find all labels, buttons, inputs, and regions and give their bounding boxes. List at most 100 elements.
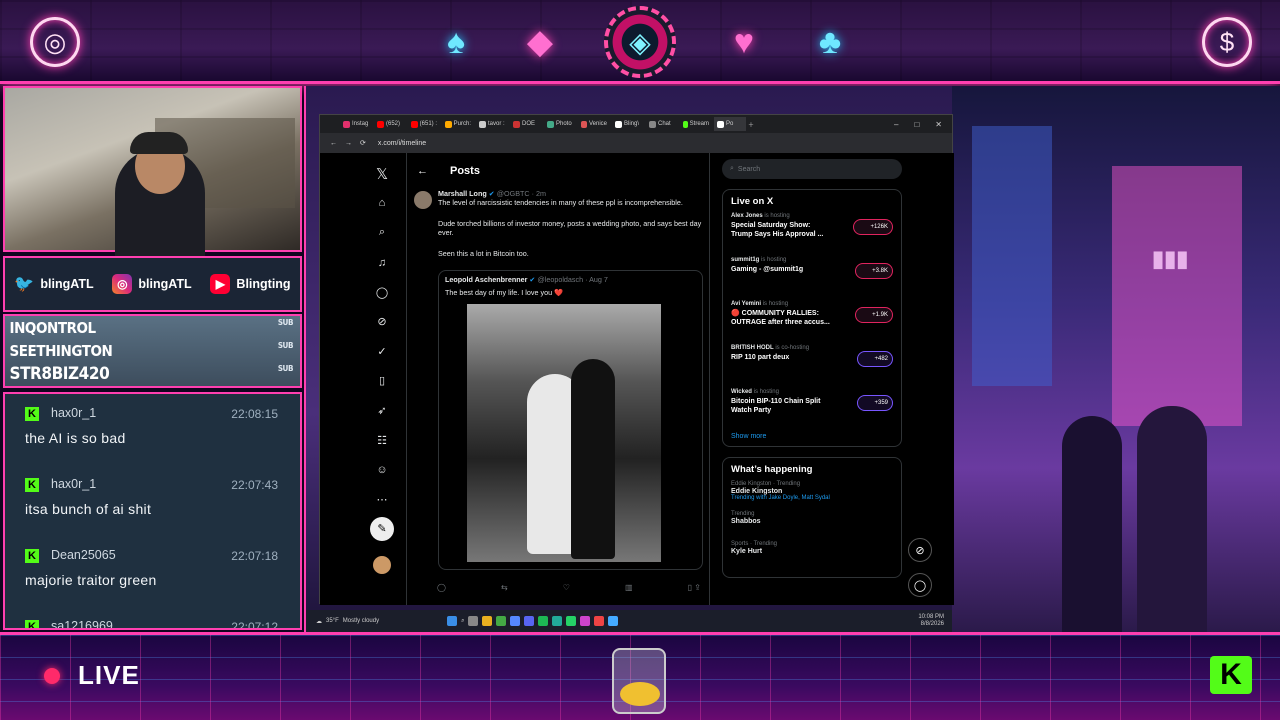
x-logo-icon[interactable]: 𝕏 xyxy=(368,159,396,189)
taskbar-app-icon[interactable] xyxy=(580,616,591,626)
browser-tab[interactable]: (652) xyxy=(374,117,406,131)
bookmark-icon[interactable]: ▯ ⇪ xyxy=(688,583,701,592)
trend-name: Shabbos xyxy=(731,518,761,525)
browser-tab[interactable]: DOE xyxy=(510,117,542,131)
live-item[interactable]: Alex Jones is hosting Special Saturday S… xyxy=(731,213,893,257)
weather-temp: 35°F xyxy=(326,618,339,624)
wedding-photo[interactable] xyxy=(467,304,661,562)
browser-tab-label: Purch: xyxy=(453,121,471,127)
minimize-button[interactable]: – xyxy=(894,120,898,129)
browser-tab[interactable]: Bling\ xyxy=(612,117,644,131)
url-field[interactable]: x.com/i/timeline xyxy=(378,140,426,147)
live-item[interactable]: summit1g is hosting Gaming - @summit1g +… xyxy=(731,257,893,301)
taskbar-app-icon[interactable] xyxy=(552,616,563,626)
spotify-icon[interactable] xyxy=(538,616,549,626)
quoted-post[interactable]: Leopold Aschenbrenner ✔ @leopoldasch · A… xyxy=(438,270,703,570)
site-icon xyxy=(513,120,520,128)
views-icon[interactable]: ▥ xyxy=(625,583,633,592)
live-role: is hosting xyxy=(753,389,779,395)
new-tab-button[interactable]: ＋ xyxy=(748,120,754,129)
live-count: +359 xyxy=(857,395,893,411)
kick-icon: K xyxy=(25,549,39,563)
photo-groom xyxy=(571,359,615,559)
trend-item[interactable]: Sports · Trending Kyle Hurt xyxy=(731,541,893,571)
live-item[interactable]: Avi Yemini is hosting 🔴 COMMUNITY RALLIE… xyxy=(731,301,893,345)
sub-entry: SEETHINGTON SUB xyxy=(5,339,294,362)
show-more-link[interactable]: Show more xyxy=(731,433,893,440)
trend-item[interactable]: Eddie Kingston · Trending Eddie Kingston… xyxy=(731,481,893,511)
dollar-icon: $ xyxy=(1202,17,1252,67)
social-handle: Blingting xyxy=(236,277,291,291)
post-text: The level of narcissistic tendencies in … xyxy=(438,198,683,207)
browser-tab[interactable]: tavor : xyxy=(476,117,508,131)
search-icon[interactable]: ⌕ xyxy=(461,618,464,625)
photos-icon xyxy=(547,120,554,128)
youtube-icon xyxy=(377,120,384,128)
live-item[interactable]: Wicked is hosting Bitcoin BIP-110 Chain … xyxy=(731,389,893,433)
browser-tab[interactable]: Chat xyxy=(646,117,678,131)
avatar[interactable] xyxy=(414,191,432,209)
compose-icon[interactable]: ✎ xyxy=(368,514,396,544)
live-label: LIVE xyxy=(78,660,140,690)
reload-icon[interactable]: ⟳ xyxy=(360,139,366,147)
browser-tab[interactable]: Venice xyxy=(578,117,610,131)
search-input[interactable]: ⌕ Search xyxy=(722,159,902,179)
search-icon[interactable]: ⌕ xyxy=(368,218,396,248)
browser-tab-label: Bling\ xyxy=(624,121,640,127)
account-avatar[interactable] xyxy=(368,550,396,580)
grok-float-icon[interactable]: ⊘ xyxy=(908,538,932,562)
jobs-icon[interactable]: ➶ xyxy=(368,396,396,426)
chat-text: itsa bunch of ai shit xyxy=(25,501,152,517)
browser-tab[interactable]: Stream xyxy=(680,117,712,131)
browser-tab[interactable]: Purch: xyxy=(442,117,474,131)
live-host: BRITISH HODL xyxy=(731,345,774,351)
communities-icon[interactable]: ☷ xyxy=(368,425,396,455)
neon-building xyxy=(972,126,1052,386)
browser-tab-active[interactable]: Po xyxy=(714,117,746,131)
grok-icon[interactable]: ⊘ xyxy=(368,307,396,337)
browser-tab[interactable]: Instag xyxy=(340,117,372,131)
x-icon xyxy=(717,120,724,128)
start-icon[interactable] xyxy=(447,616,458,626)
forward-icon[interactable]: → xyxy=(345,140,352,147)
trend-item[interactable]: Trending Shabbos xyxy=(731,511,893,541)
repost-icon[interactable]: ⇆ xyxy=(501,583,508,592)
chrome-icon[interactable] xyxy=(496,616,507,626)
clock[interactable]: 10:08 PM 8/8/2026 xyxy=(918,614,952,628)
verified-icon[interactable]: ✓ xyxy=(368,337,396,367)
taskbar-app-icon[interactable] xyxy=(510,616,521,626)
taskbar-app-icon[interactable] xyxy=(468,616,479,626)
live-item[interactable]: BRITISH HODL is co-hosting RIP 110 part … xyxy=(731,345,893,389)
discord-icon[interactable] xyxy=(524,616,535,626)
more-icon[interactable]: ⋯ xyxy=(368,485,396,515)
chat-message: K sa1216969 22:07:12 xyxy=(5,607,300,628)
maximize-button[interactable]: □ xyxy=(914,120,919,129)
neon-sign: ▮▮▮ xyxy=(1152,246,1189,271)
profile-icon[interactable]: ☺ xyxy=(368,455,396,485)
reply-icon[interactable]: ◯ xyxy=(437,583,446,592)
post: Marshall Long ✔ @OGBTC · 2m The level of… xyxy=(407,189,709,570)
like-icon[interactable]: ♡ xyxy=(563,583,570,592)
close-button[interactable]: ✕ xyxy=(935,120,942,129)
post-handle[interactable]: @OGBTC xyxy=(497,189,530,198)
browser-tab-label: (652) xyxy=(386,121,401,127)
browser-tab[interactable]: (651) : xyxy=(408,117,440,131)
post-author[interactable]: Marshall Long xyxy=(438,189,487,198)
back-icon[interactable]: ← xyxy=(330,140,337,147)
browser-tab-label: Venice xyxy=(588,121,607,127)
taskbar-app-icon[interactable] xyxy=(608,616,619,626)
bookmarks-icon[interactable]: ▯ xyxy=(368,366,396,396)
browser-tab-label: Stream xyxy=(689,121,709,127)
kick-icon: K xyxy=(25,620,39,628)
messages-float-icon[interactable]: ◯ xyxy=(908,573,932,597)
page-title: Posts xyxy=(450,165,480,177)
back-arrow-icon[interactable]: ← xyxy=(417,165,428,177)
sub-entry: STR8BIZ420 SUB xyxy=(5,362,294,385)
notifications-icon[interactable]: ♫ xyxy=(368,248,396,278)
folder-icon[interactable] xyxy=(482,616,493,626)
messages-icon[interactable]: ◯ xyxy=(368,277,396,307)
browser-tab[interactable]: Photo xyxy=(544,117,576,131)
home-icon[interactable]: ⌂ xyxy=(368,189,396,219)
whatsapp-icon[interactable] xyxy=(566,616,577,626)
taskbar-app-icon[interactable] xyxy=(594,616,605,626)
